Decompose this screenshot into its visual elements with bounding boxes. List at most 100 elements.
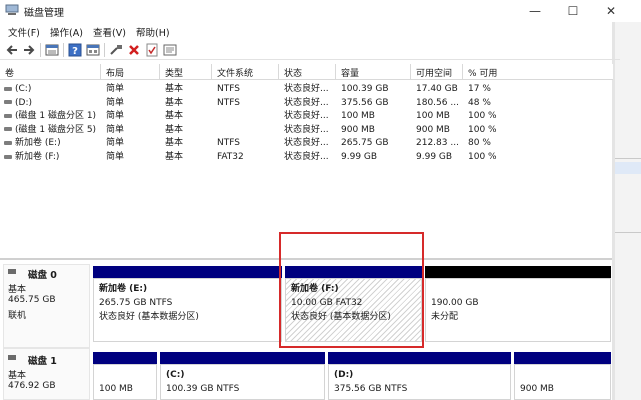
partition-header-c xyxy=(160,352,325,364)
partition-e[interactable]: 新加卷 (E:) 265.75 GB NTFS 状态良好 (基本数据分区) xyxy=(93,278,282,342)
cell-text: 100 % xyxy=(468,152,497,162)
col-header-layout[interactable]: 布局 xyxy=(101,64,160,80)
maximize-button[interactable]: ☐ xyxy=(553,0,593,22)
table-cell: 简单 xyxy=(106,137,124,150)
disk-1-info[interactable]: 磁盘 1 基本 476.92 GB xyxy=(3,348,90,400)
table-cell: 80 % xyxy=(468,137,491,150)
table-cell: 状态良好... xyxy=(284,97,329,110)
table-row-volume[interactable]: (磁盘 1 磁盘分区 5) xyxy=(4,124,96,137)
console-icon[interactable] xyxy=(86,43,100,57)
side-panel-divider xyxy=(615,158,641,159)
table-cell: 基本 xyxy=(165,137,183,150)
menu-help[interactable]: 帮助(H) xyxy=(136,25,170,39)
cell-text: 简单 xyxy=(106,111,125,122)
col-header-percent-free[interactable]: % 可用 xyxy=(463,64,613,80)
table-cell: 状态良好... xyxy=(284,124,329,137)
cell-text: 9.99 GB xyxy=(341,152,378,162)
partition-header-disk1-p5 xyxy=(514,352,611,364)
connect-icon[interactable] xyxy=(109,43,123,57)
side-panel-selection xyxy=(615,162,641,174)
delete-icon[interactable] xyxy=(127,43,141,57)
cell-text: 100 % xyxy=(468,124,497,135)
disk-management-icon xyxy=(5,4,19,15)
cell-text: 状态良好... xyxy=(284,124,329,135)
toolbar-separator xyxy=(104,43,105,57)
table-cell: 状态良好... xyxy=(284,110,329,123)
table-cell: 100 % xyxy=(468,151,497,164)
table-cell: 900 MB xyxy=(341,124,375,137)
cell-text: 17.40 GB xyxy=(416,84,458,94)
forward-arrow-icon[interactable] xyxy=(22,43,36,57)
table-row-volume[interactable]: 新加卷 (F:) xyxy=(4,151,59,164)
table-cell: 212.83 ... xyxy=(416,137,459,150)
cell-text: (C:) xyxy=(15,84,32,94)
disk-0-title: 磁盘 0 xyxy=(28,270,57,281)
table-cell: 简单 xyxy=(106,97,124,110)
toolbar-separator xyxy=(40,43,41,57)
cell-text: 基本 xyxy=(165,84,184,94)
cell-text: 80 % xyxy=(468,138,491,149)
table-cell: 180.56 ... xyxy=(416,97,459,110)
cell-text: 状态良好... xyxy=(284,84,329,94)
menu-action[interactable]: 操作(A) xyxy=(50,25,83,39)
cell-text: 900 MB xyxy=(416,124,450,135)
col-header-free-space[interactable]: 可用空间 xyxy=(411,64,463,80)
cell-text: 简单 xyxy=(106,152,125,162)
table-row-volume[interactable]: 新加卷 (E:) xyxy=(4,137,61,150)
cell-text: 17 % xyxy=(468,84,491,94)
table-cell: 17.40 GB xyxy=(416,83,458,96)
partition-c-name: (C:) xyxy=(166,370,185,380)
window-title: 磁盘管理 xyxy=(24,8,64,19)
minimize-button[interactable]: — xyxy=(515,0,555,22)
table-cell: NTFS xyxy=(217,137,240,150)
cell-text: 100 MB xyxy=(416,111,450,122)
table-row-volume[interactable]: (磁盘 1 磁盘分区 1) xyxy=(4,110,96,123)
partition-unallocated[interactable]: 190.00 GB 未分配 xyxy=(425,278,611,342)
list-view-icon[interactable] xyxy=(45,43,59,57)
table-cell: 状态良好... xyxy=(284,151,329,164)
col-header-volume[interactable]: 卷 xyxy=(0,64,101,80)
table-cell: 375.56 GB xyxy=(341,97,389,110)
col-header-status[interactable]: 状态 xyxy=(279,64,336,80)
cell-text: 基本 xyxy=(165,124,184,135)
table-cell: 状态良好... xyxy=(284,83,329,96)
menu-view[interactable]: 查看(V) xyxy=(93,25,126,39)
volume-icon xyxy=(4,127,12,132)
cell-text: 180.56 ... xyxy=(416,97,459,108)
check-icon[interactable] xyxy=(145,43,159,57)
cell-text: 48 % xyxy=(468,97,491,108)
disk-0-info[interactable]: 磁盘 0 基本 465.75 GB 联机 xyxy=(3,264,90,348)
col-header-capacity[interactable]: 容量 xyxy=(336,64,411,80)
partition-d[interactable]: (D:) 375.56 GB NTFS xyxy=(328,364,511,400)
col-header-type[interactable]: 类型 xyxy=(160,64,212,80)
partition-header-unallocated xyxy=(425,266,611,278)
disk-icon xyxy=(8,269,16,274)
table-cell: 100 % xyxy=(468,110,497,123)
partition-disk1-p5-name xyxy=(520,368,605,382)
table-cell: NTFS xyxy=(217,97,240,110)
table-row-volume[interactable]: (C:) xyxy=(4,83,31,96)
table-cell: 简单 xyxy=(106,83,124,96)
table-row-volume[interactable]: (D:) xyxy=(4,97,32,110)
partition-e-size: 265.75 GB NTFS xyxy=(99,298,173,308)
table-cell: 9.99 GB xyxy=(416,151,452,164)
col-header-filesystem[interactable]: 文件系统 xyxy=(212,64,279,80)
partition-c[interactable]: (C:) 100.39 GB NTFS xyxy=(160,364,325,400)
cell-text: 100.39 GB xyxy=(341,84,389,94)
properties-icon[interactable] xyxy=(163,43,177,57)
partition-unallocated-name xyxy=(431,282,605,296)
cell-text: 新加卷 (E:) xyxy=(15,138,61,149)
partition-d-name: (D:) xyxy=(334,370,354,380)
volume-icon xyxy=(4,154,12,159)
back-arrow-icon[interactable] xyxy=(5,43,19,57)
cell-text: 375.56 GB xyxy=(341,97,389,108)
help-icon[interactable]: ? xyxy=(68,43,82,57)
menu-file[interactable]: 文件(F) xyxy=(8,25,40,39)
partition-disk1-p1-size: 100 MB xyxy=(99,384,133,394)
partition-header-e xyxy=(93,266,282,278)
partition-disk1-p1[interactable]: 100 MB xyxy=(93,364,157,400)
table-cell: 900 MB xyxy=(416,124,450,137)
partition-disk1-p5[interactable]: 900 MB xyxy=(514,364,611,400)
table-cell: 100 % xyxy=(468,124,497,137)
close-button[interactable]: ✕ xyxy=(591,0,631,22)
